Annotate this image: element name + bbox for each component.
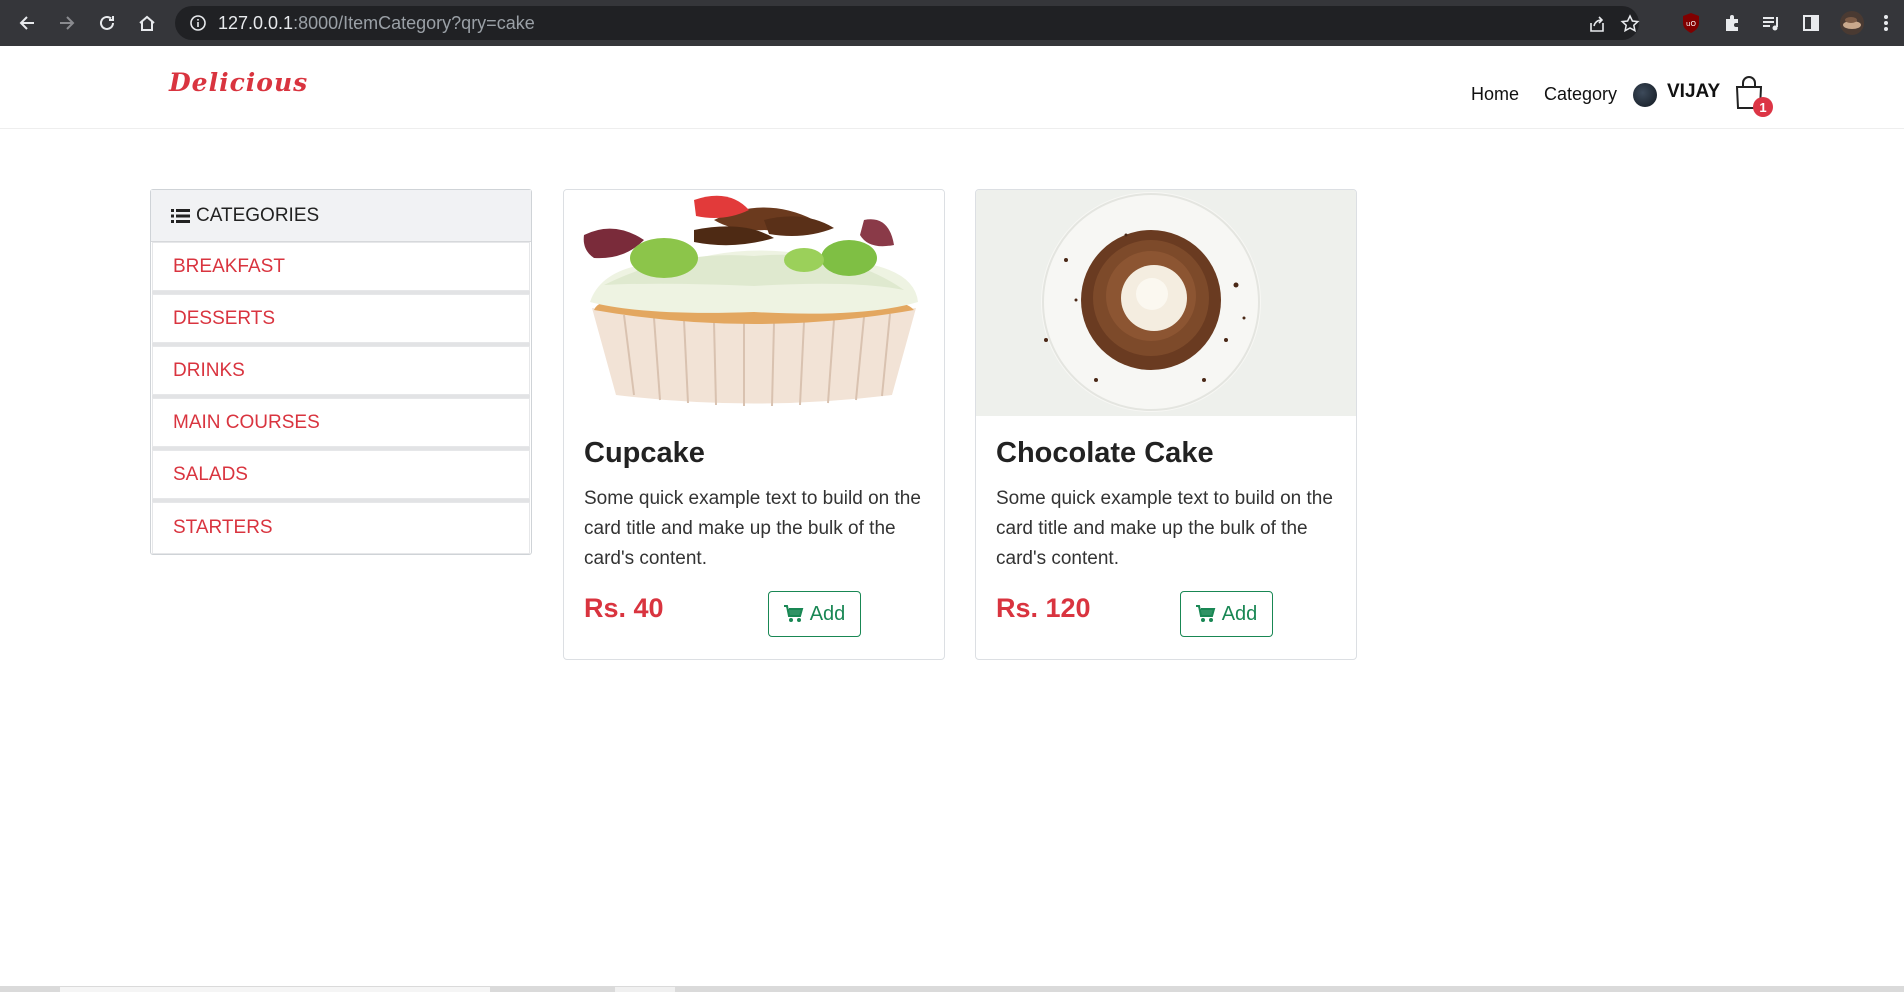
category-breakfast[interactable]: BREAKFAST bbox=[152, 242, 530, 294]
category-drinks[interactable]: DRINKS bbox=[152, 346, 530, 398]
cart-icon bbox=[1195, 605, 1216, 622]
nav-category-link[interactable]: Category bbox=[1544, 84, 1617, 105]
card-title: Cupcake bbox=[584, 437, 705, 469]
extensions-puzzle-icon[interactable] bbox=[1718, 9, 1746, 37]
category-desserts[interactable]: DESSERTS bbox=[152, 294, 530, 346]
back-icon[interactable] bbox=[13, 9, 41, 37]
categories-header: CATEGORIES bbox=[151, 190, 531, 242]
product-card: Cupcake Some quick example text to build… bbox=[563, 189, 945, 660]
card-title: Chocolate Cake bbox=[996, 437, 1214, 469]
cart-icon bbox=[783, 605, 804, 622]
profile-avatar-icon[interactable] bbox=[1838, 9, 1866, 37]
home-icon[interactable] bbox=[133, 9, 161, 37]
product-card: Chocolate Cake Some quick example text t… bbox=[975, 189, 1357, 660]
forward-icon[interactable] bbox=[53, 9, 81, 37]
url-text[interactable]: 127.0.0.1:8000/ItemCategory?qry=cake bbox=[218, 13, 535, 34]
browser-toolbar: 127.0.0.1:8000/ItemCategory?qry=cake uO bbox=[0, 0, 1904, 46]
address-bar[interactable]: 127.0.0.1:8000/ItemCategory?qry=cake bbox=[175, 6, 1640, 40]
add-to-cart-button[interactable]: Add bbox=[1180, 591, 1273, 637]
scrollbar-segment bbox=[615, 987, 675, 992]
chocolate-cake-image bbox=[976, 190, 1356, 416]
nav-home-link[interactable]: Home bbox=[1471, 84, 1519, 105]
add-button-label: Add bbox=[809, 602, 846, 625]
card-price: Rs. 120 bbox=[996, 593, 1091, 623]
scrollbar-thumb[interactable] bbox=[60, 987, 490, 992]
user-avatar[interactable] bbox=[1633, 83, 1657, 107]
card-text: Some quick example text to build on the … bbox=[584, 488, 921, 569]
svg-text:uO: uO bbox=[1686, 20, 1696, 28]
card-text: Some quick example text to build on the … bbox=[996, 488, 1333, 569]
horizontal-scrollbar[interactable] bbox=[0, 986, 1904, 992]
share-icon[interactable] bbox=[1587, 14, 1607, 38]
site-navbar: Delicious Home Category VIJAY 1 bbox=[0, 46, 1904, 129]
cupcake-image bbox=[564, 190, 944, 416]
site-info-icon[interactable] bbox=[189, 14, 207, 36]
menu-kebab-icon[interactable] bbox=[1876, 9, 1896, 37]
media-queue-icon[interactable] bbox=[1757, 9, 1785, 37]
category-starters[interactable]: STARTERS bbox=[152, 502, 530, 554]
add-to-cart-button[interactable]: Add bbox=[768, 591, 861, 637]
bookmark-star-icon[interactable] bbox=[1620, 14, 1640, 38]
categories-title: CATEGORIES bbox=[196, 204, 320, 226]
brand-logo[interactable]: Delicious bbox=[169, 68, 308, 97]
category-main-courses[interactable]: MAIN COURSES bbox=[152, 398, 530, 450]
category-salads[interactable]: SALADS bbox=[152, 450, 530, 502]
user-name[interactable]: VIJAY bbox=[1667, 81, 1720, 103]
add-button-label: Add bbox=[1221, 602, 1258, 625]
categories-sidebar: CATEGORIES BREAKFAST DESSERTS DRINKS MAI… bbox=[150, 189, 532, 555]
reload-icon[interactable] bbox=[93, 9, 121, 37]
list-icon bbox=[171, 208, 190, 224]
ublock-extension-icon[interactable]: uO bbox=[1677, 9, 1705, 37]
side-panel-icon[interactable] bbox=[1797, 9, 1825, 37]
card-price: Rs. 40 bbox=[584, 593, 664, 623]
cart-count-badge: 1 bbox=[1753, 97, 1773, 117]
